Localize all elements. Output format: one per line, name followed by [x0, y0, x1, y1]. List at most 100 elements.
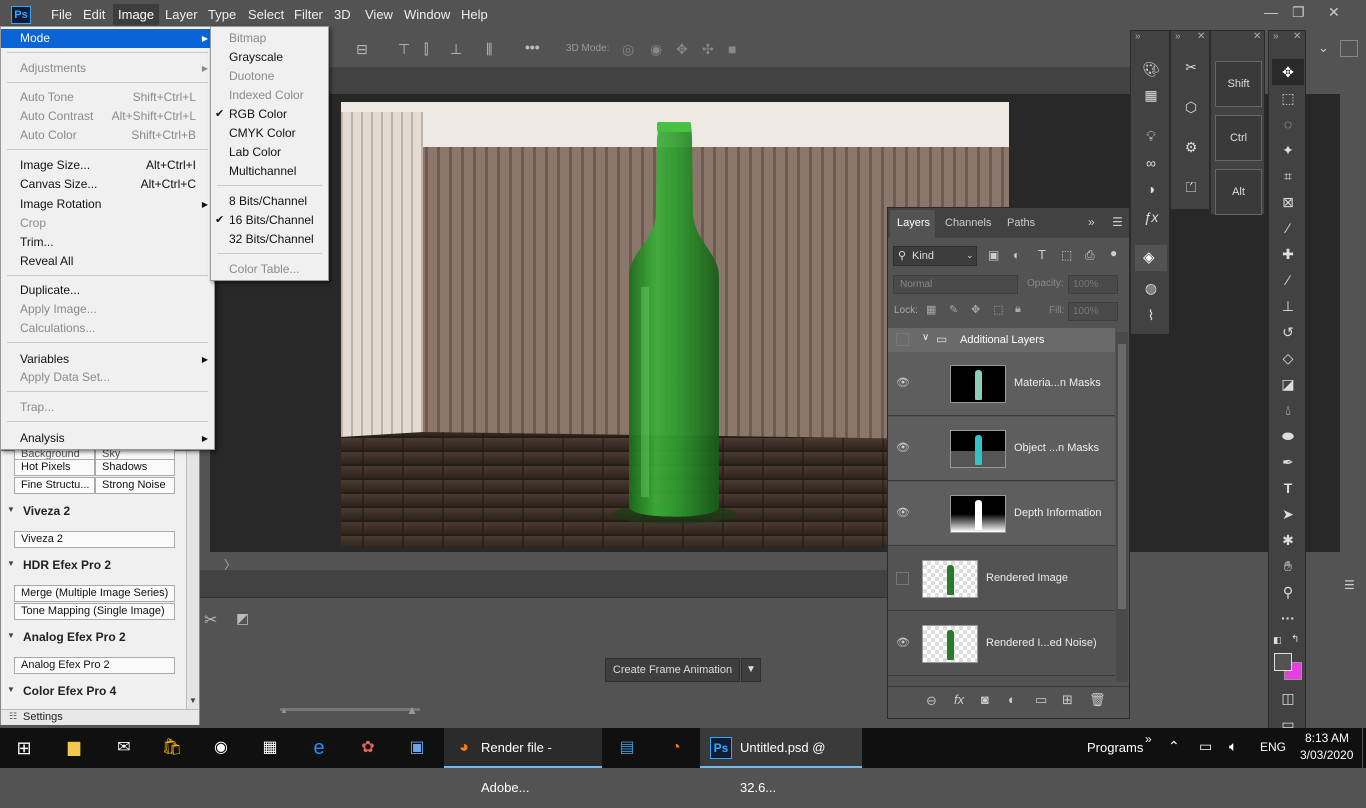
3d-drag-icon[interactable]: ✥	[676, 41, 688, 58]
alt-key-button[interactable]: Alt	[1215, 169, 1262, 215]
eye-icon[interactable]: 👁︎	[896, 636, 912, 650]
layer-row-object-masks[interactable]: 👁︎ Object ...n Masks	[888, 417, 1115, 481]
more-tools-icon[interactable]: ···	[1276, 608, 1300, 628]
close-button[interactable]: ✕	[1328, 4, 1340, 21]
eraser-tool-icon[interactable]: ◇	[1276, 348, 1300, 368]
transition-icon[interactable]: ◩	[236, 610, 249, 627]
submenu-item-32-bits[interactable]: 32 Bits/Channel	[211, 230, 328, 249]
taskbar-firefox[interactable]: ◕ Render file - Adobe...	[444, 728, 602, 795]
menu-item-trap[interactable]: Trap...	[1, 398, 214, 417]
menu-select[interactable]: Select	[248, 7, 284, 22]
move-tool-icon[interactable]: ✥	[1276, 62, 1300, 82]
align-top-icon[interactable]: ⊤	[398, 41, 410, 58]
menu-item-image-size[interactable]: Image Size... Alt+Ctrl+I	[1, 156, 214, 175]
opacity-input[interactable]: 100%	[1068, 275, 1118, 294]
hdr-tone-mapping-button[interactable]: Tone Mapping (Single Image)	[14, 603, 175, 620]
layer-group-additional-layers[interactable]: ∨ ▭ Additional Layers	[888, 328, 1115, 352]
nik-scrollbar[interactable]: ▼	[186, 451, 199, 709]
submenu-item-multichannel[interactable]: Multichannel	[211, 162, 328, 181]
submenu-item-lab-color[interactable]: Lab Color	[211, 143, 328, 162]
eye-icon[interactable]: 👁︎	[896, 376, 912, 390]
lock-all-icon[interactable]: 🔒︎	[1015, 303, 1021, 316]
layer-row-materia-masks[interactable]: 👁︎ Materia...n Masks	[888, 352, 1115, 416]
minimize-button[interactable]: —	[1264, 4, 1278, 20]
brush-tool-icon[interactable]: ∕	[1276, 270, 1300, 290]
menu-edit[interactable]: Edit	[83, 7, 105, 22]
tab-paths[interactable]: Paths	[1007, 217, 1035, 229]
swap-colors-icon[interactable]: ↰	[1291, 634, 1299, 645]
monitor-app-icon[interactable]: ▤	[615, 736, 639, 760]
fx-icon[interactable]: ƒx	[1140, 207, 1162, 227]
eyedropper-tool-icon[interactable]: ⁄	[1276, 218, 1300, 238]
close-icon[interactable]: ✕	[1197, 31, 1205, 42]
submenu-item-indexed-color[interactable]: Indexed Color	[211, 86, 328, 105]
nik-shadows-button[interactable]: Shadows	[95, 459, 175, 476]
taskbar-photoshop[interactable]: Ps Untitled.psd @ 32.6...	[700, 728, 862, 795]
clock-time[interactable]: 8:13 AM	[1305, 731, 1349, 745]
tab-layers[interactable]: Layers	[897, 217, 930, 229]
3d-roll-icon[interactable]: ◉	[650, 41, 662, 58]
layer-filter-select[interactable]: ⚲ Kind ⌄	[893, 246, 977, 266]
hdr-merge-button[interactable]: Merge (Multiple Image Series)	[14, 585, 175, 602]
restore-button[interactable]: ❐	[1292, 4, 1305, 21]
3d-slide-icon[interactable]: ✣	[702, 41, 714, 58]
healing-brush-tool-icon[interactable]: ✚	[1276, 244, 1300, 264]
layer-row-rendered-noise[interactable]: 👁︎ Rendered I...ed Noise)	[888, 612, 1115, 676]
adjustment-icon[interactable]: ◐	[1008, 692, 1016, 707]
menu-item-crop[interactable]: Crop	[1, 214, 214, 233]
menu-filter[interactable]: Filter	[294, 7, 323, 22]
layer-row-depth-information[interactable]: 👁︎ Depth Information	[888, 482, 1115, 546]
menu-type[interactable]: Type	[208, 7, 236, 22]
nik-strong-noise-button[interactable]: Strong Noise	[95, 477, 175, 494]
panel-expand-icon[interactable]: »	[1088, 215, 1095, 229]
crop-tool-icon[interactable]: ⌗	[1276, 166, 1300, 186]
close-icon[interactable]: ✕	[1293, 31, 1301, 42]
lightbulb-icon[interactable]: 💡︎	[1140, 126, 1162, 146]
quick-mask-icon[interactable]: ◫	[1276, 688, 1300, 708]
viveza-button[interactable]: Viveza 2	[14, 531, 175, 548]
menu-item-variables[interactable]: Variables ▶	[1, 350, 214, 369]
tray-up-icon[interactable]: ⌃	[1168, 738, 1180, 755]
submenu-item-16-bits[interactable]: ✔ 16 Bits/Channel	[211, 211, 328, 230]
file-explorer-icon[interactable]: ▆	[62, 736, 86, 760]
fill-input[interactable]: 100%	[1068, 302, 1118, 321]
paths-icon[interactable]: ⌇	[1140, 305, 1162, 325]
cube-icon[interactable]: ⬡	[1180, 97, 1202, 117]
history-brush-tool-icon[interactable]: ↺	[1276, 322, 1300, 342]
menu-item-auto-contrast[interactable]: Auto Contrast Alt+Shift+Ctrl+L	[1, 107, 214, 126]
calendar-icon[interactable]: ▦	[258, 736, 282, 760]
more-options-icon[interactable]: •••	[525, 39, 540, 55]
align-bottom-icon[interactable]: ⊥	[450, 41, 462, 58]
collapse-triangle-icon[interactable]: ▼	[7, 559, 15, 568]
lock-artboard-icon[interactable]: ⬚	[993, 303, 1003, 316]
menu-item-duplicate[interactable]: Duplicate...	[1, 281, 214, 300]
ctrl-key-button[interactable]: Ctrl	[1215, 115, 1262, 161]
create-frame-animation-button[interactable]: Create Frame Animation	[605, 658, 740, 682]
timeline-zoom-slider[interactable]	[280, 708, 420, 711]
creative-cloud-icon[interactable]: ∞	[1140, 153, 1162, 173]
distribute-icon[interactable]: ⫼	[486, 41, 492, 58]
workspace-switcher[interactable]: ⌄	[1310, 36, 1366, 62]
foreground-color-swatch[interactable]	[1274, 653, 1292, 671]
type-tool-icon[interactable]: T	[1276, 478, 1300, 498]
collapse-icon[interactable]: »	[1135, 31, 1141, 42]
shape-tool-icon[interactable]: ✱	[1276, 530, 1300, 550]
dodge-tool-icon[interactable]: ⬬	[1276, 426, 1300, 446]
channels-icon[interactable]: ◍	[1140, 278, 1162, 298]
3d-camera-icon[interactable]: ■	[728, 41, 736, 57]
folder-icon[interactable]: ▭	[1035, 692, 1047, 708]
network-icon[interactable]: ▭	[1199, 738, 1212, 755]
eye-icon[interactable]: 👁︎	[896, 441, 912, 455]
timeline-menu-icon[interactable]: ☰	[1344, 578, 1355, 592]
panel-menu-icon[interactable]: ☰	[1112, 215, 1123, 229]
palette-icon[interactable]: 🎨︎	[1140, 59, 1162, 79]
close-icon[interactable]: ✕	[1253, 31, 1261, 42]
nik-hot-pixels-button[interactable]: Hot Pixels	[14, 459, 95, 476]
fx-icon[interactable]: fx	[954, 692, 964, 707]
hand-tool-icon[interactable]: ✋︎	[1276, 556, 1300, 576]
collapse-triangle-icon[interactable]: ▼	[7, 631, 15, 640]
menu-item-auto-tone[interactable]: Auto Tone Shift+Ctrl+L	[1, 88, 214, 107]
language-indicator[interactable]: ENG	[1260, 740, 1286, 754]
collapse-icon[interactable]: »	[1175, 31, 1181, 42]
visibility-toggle[interactable]	[896, 572, 909, 585]
